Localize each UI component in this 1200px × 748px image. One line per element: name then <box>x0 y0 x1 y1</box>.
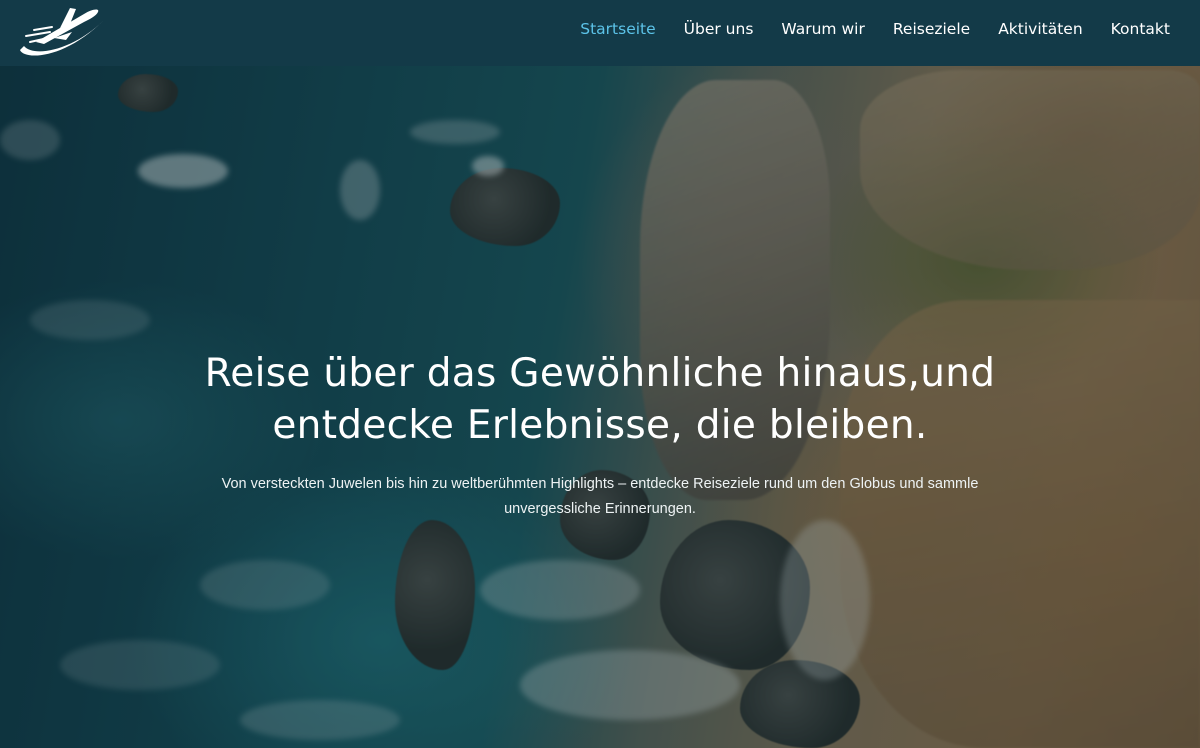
nav-item-aktivitaeten: Aktivitäten <box>998 20 1082 39</box>
hero-title-line-2: entdecke Erlebnisse, die bleiben. <box>272 403 928 448</box>
navbar: Startseite Über uns Warum wir Reiseziele… <box>0 0 1200 66</box>
nav-link-warum-wir[interactable]: Warum wir <box>781 20 864 38</box>
nav-item-reiseziele: Reiseziele <box>893 20 970 39</box>
hero-content: Reise über das Gewöhnliche hinaus,und en… <box>0 348 1200 522</box>
logo[interactable] <box>14 2 108 60</box>
nav-item-startseite: Startseite <box>580 20 655 39</box>
nav-link-reiseziele[interactable]: Reiseziele <box>893 20 970 38</box>
nav-item-ueber-uns: Über uns <box>684 20 754 39</box>
nav-link-aktivitaeten[interactable]: Aktivitäten <box>998 20 1082 38</box>
airplane-swoosh-icon <box>20 8 104 56</box>
nav-item-warum-wir: Warum wir <box>781 20 864 39</box>
nav-link-ueber-uns[interactable]: Über uns <box>684 20 754 38</box>
page: Startseite Über uns Warum wir Reiseziele… <box>0 0 1200 748</box>
hero-title-line-1: Reise über das Gewöhnliche hinaus,und <box>204 351 996 396</box>
nav-link-kontakt[interactable]: Kontakt <box>1111 20 1170 38</box>
hero-subtitle: Von versteckten Juwelen bis hin zu weltb… <box>221 476 979 517</box>
hero-title: Reise über das Gewöhnliche hinaus,und en… <box>150 348 1050 452</box>
nav-link-startseite[interactable]: Startseite <box>580 20 655 38</box>
nav-item-kontakt: Kontakt <box>1111 20 1170 39</box>
main-nav: Startseite Über uns Warum wir Reiseziele… <box>580 0 1170 58</box>
